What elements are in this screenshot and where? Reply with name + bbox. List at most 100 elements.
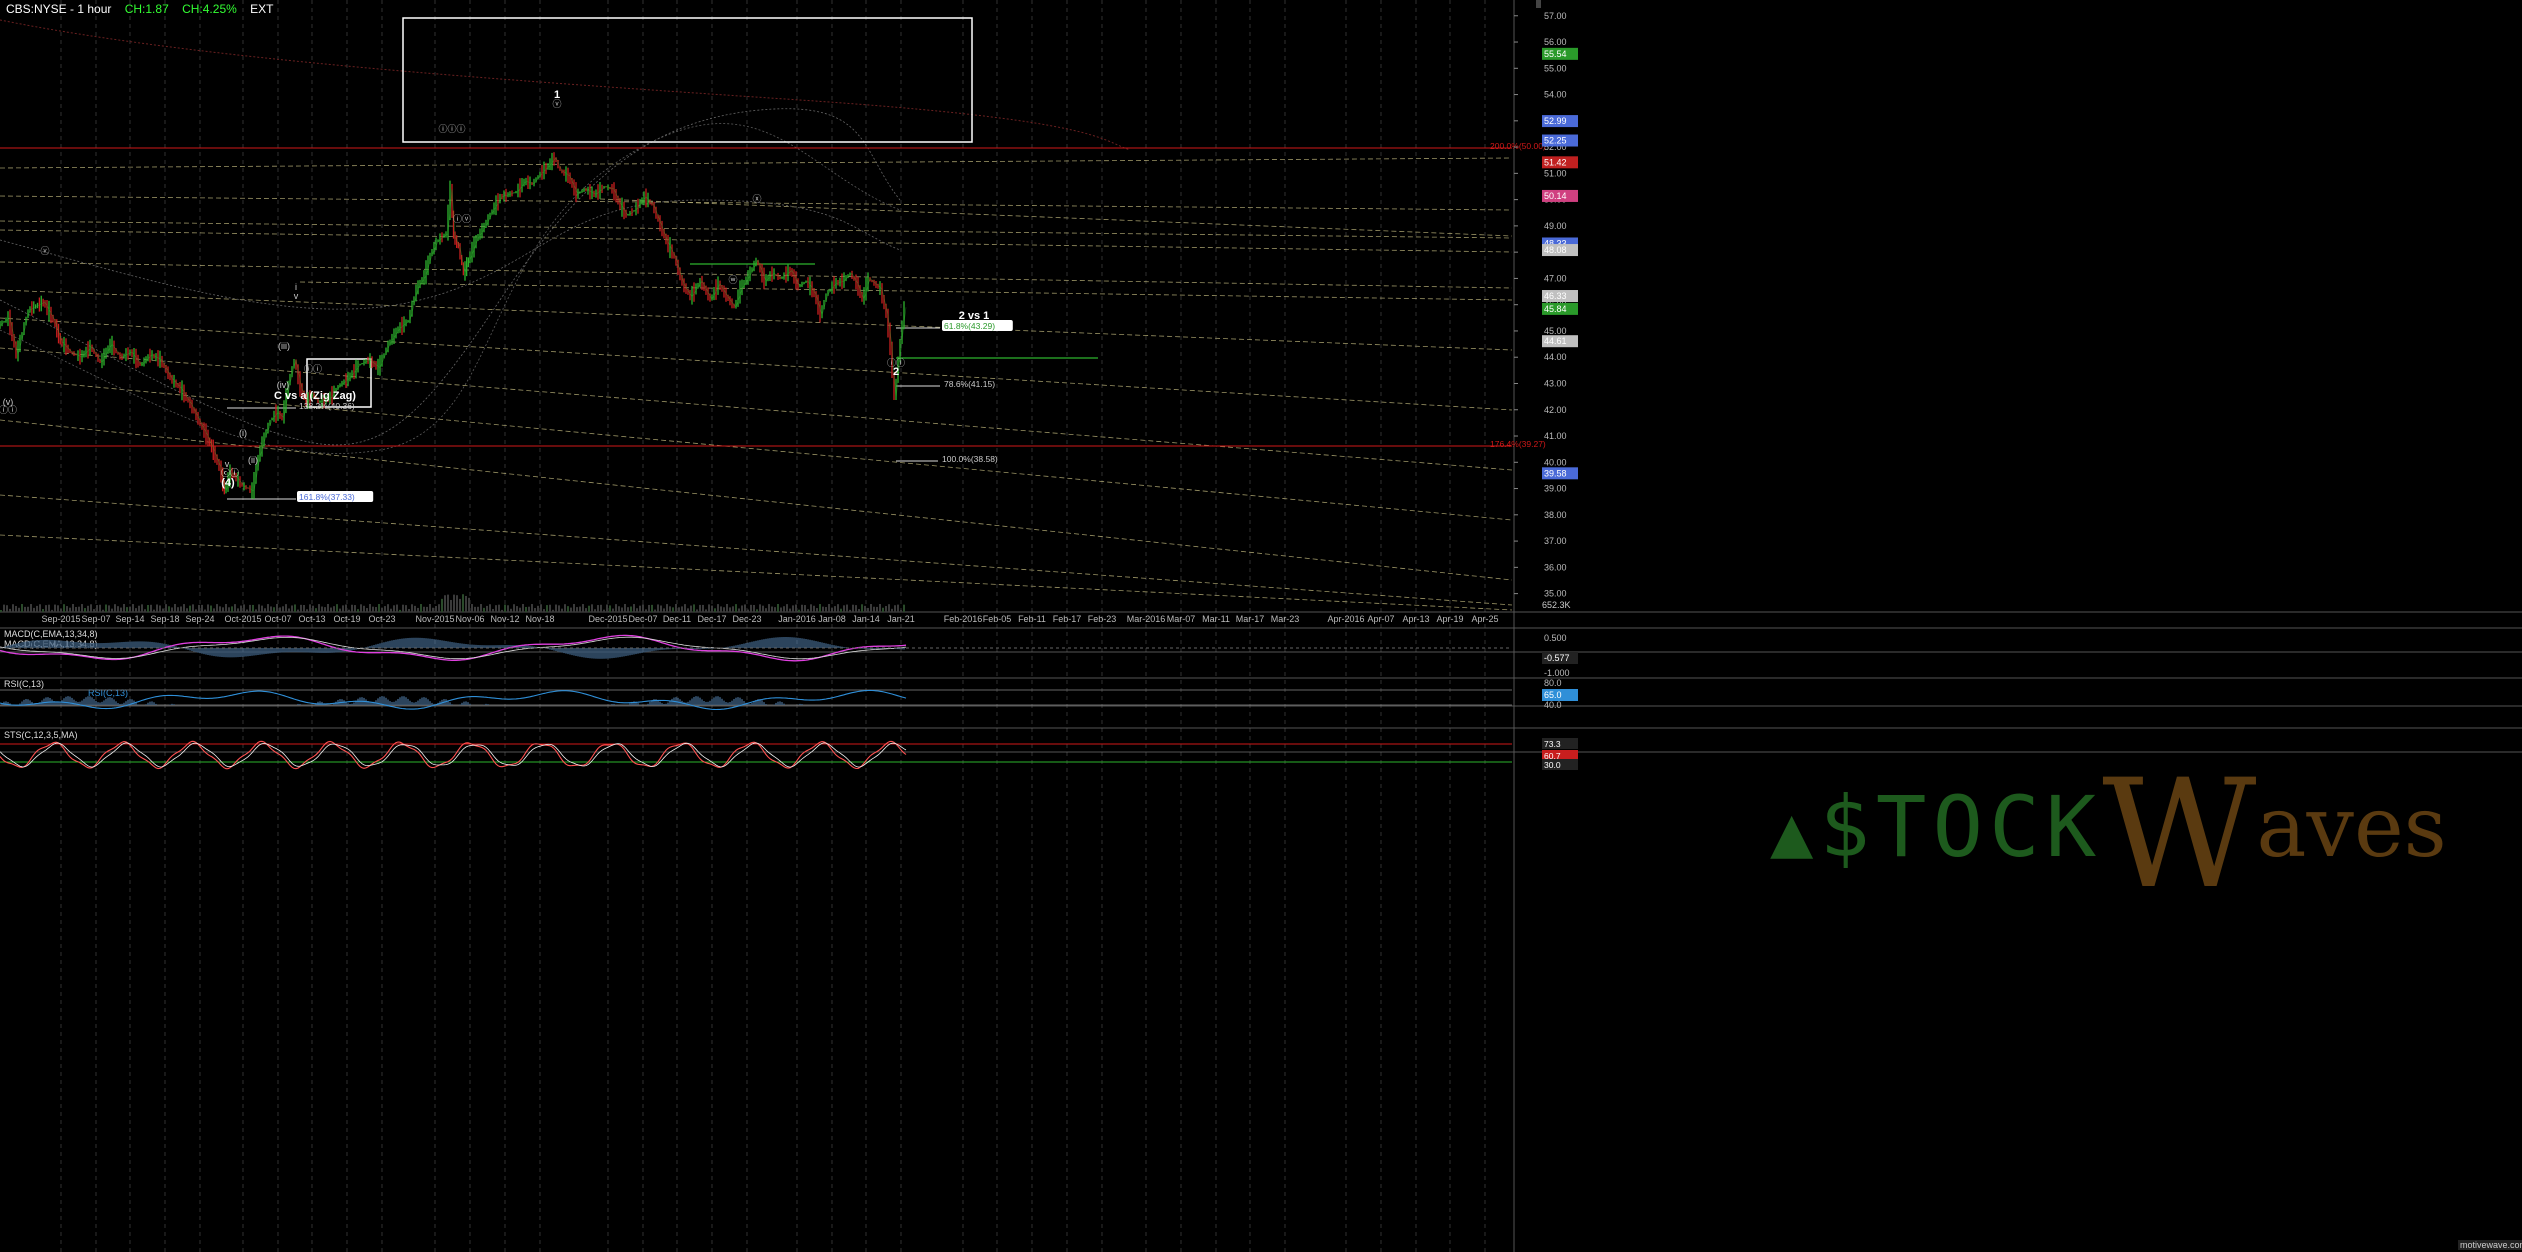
volume-bar — [186, 608, 188, 612]
volume-bar — [312, 605, 314, 612]
volume-bar — [591, 604, 593, 612]
volume-bar — [72, 604, 74, 612]
x-tick-label: Oct-07 — [264, 614, 291, 624]
volume-bar — [27, 606, 29, 612]
wave-label: ⓘⓥ — [453, 214, 471, 224]
volume-bar — [120, 607, 122, 612]
volume-bar — [45, 605, 47, 612]
volume-bar — [822, 606, 824, 612]
wave-label: (iii) — [278, 341, 290, 351]
x-tick-label: Nov-12 — [490, 614, 519, 624]
price-tag-label: 30.0 — [1544, 760, 1561, 770]
volume-bar — [876, 606, 878, 612]
volume-bar — [681, 606, 683, 612]
volume-bar — [168, 606, 170, 612]
volume-bar — [135, 608, 137, 612]
y-tick-label: 55.00 — [1544, 63, 1567, 73]
volume-bar — [897, 604, 899, 612]
volume-bar — [522, 604, 524, 612]
x-tick-label: Jan-08 — [818, 614, 846, 624]
change-pct-label: CH:4.25% — [182, 2, 237, 16]
volume-bar — [540, 604, 542, 612]
volume-bar — [738, 608, 740, 612]
volume-bar — [588, 605, 590, 612]
price-tag-label: 46.33 — [1544, 291, 1567, 301]
volume-bar — [837, 604, 839, 612]
volume-bar — [108, 605, 110, 612]
volume-bar — [675, 604, 677, 612]
volume-bar — [393, 605, 395, 612]
wave-label: ⓥ — [552, 99, 561, 109]
volume-bar — [807, 609, 809, 612]
volume-bar — [291, 605, 293, 612]
volume-bar — [456, 595, 458, 612]
volume-bar — [327, 604, 329, 612]
volume-bar — [141, 604, 143, 612]
scroll-handle[interactable] — [1536, 0, 1541, 8]
x-tick-label: Dec-07 — [628, 614, 657, 624]
price-tag-label: 51.42 — [1544, 157, 1567, 167]
volume-bar — [414, 605, 416, 612]
volume-bar — [435, 606, 437, 612]
price-tag-label: 65.0 — [1544, 690, 1562, 700]
volume-bar — [111, 608, 113, 612]
price-tag-label: 73.3 — [1544, 739, 1561, 749]
x-tick-label: Nov-2015 — [415, 614, 454, 624]
volume-bar — [54, 604, 56, 612]
volume-bar — [102, 609, 104, 612]
stock-chart[interactable]: 1ⓥⓘⓘⓘⓘⓥⓥⓧⓦiv(iii)(iv)ⓘⓘC vs a (Zig Zag)(… — [0, 0, 2522, 1252]
volume-bar — [636, 608, 638, 612]
volume-bar — [453, 594, 455, 612]
volume-bar — [486, 605, 488, 612]
volume-bar — [246, 609, 248, 612]
y-tick-label: 41.00 — [1544, 431, 1567, 441]
volume-bar — [735, 604, 737, 612]
volume-bar — [258, 604, 260, 612]
volume-bar — [684, 604, 686, 612]
volume-bar — [666, 604, 668, 612]
volume-bar — [297, 609, 299, 612]
volume-bar — [417, 607, 419, 612]
volume-bar — [144, 609, 146, 612]
volume-bar — [450, 599, 452, 612]
wave-label: ⓦ — [728, 275, 737, 285]
volume-bar — [93, 609, 95, 612]
volume-bar — [903, 604, 905, 612]
volume-bar — [705, 609, 707, 612]
symbol-label: CBS:NYSE - 1 hour — [6, 2, 112, 16]
x-tick-label: Dec-23 — [732, 614, 761, 624]
volume-bar — [723, 607, 725, 612]
volume-bar — [633, 604, 635, 612]
volume-bar — [411, 604, 413, 612]
volume-bar — [390, 608, 392, 612]
volume-bar — [369, 604, 371, 612]
volume-bar — [69, 607, 71, 612]
rsi-axis-label: 80.0 — [1544, 678, 1562, 688]
y-tick-label: 47.00 — [1544, 273, 1567, 283]
x-tick-label: Apr-2016 — [1327, 614, 1364, 624]
volume-bar — [147, 605, 149, 612]
volume-bar — [252, 604, 254, 612]
x-tick-label: Mar-17 — [1236, 614, 1265, 624]
volume-bar — [354, 605, 356, 612]
volume-bar — [180, 606, 182, 612]
volume-bar — [753, 604, 755, 612]
y-tick-label: 37.00 — [1544, 536, 1567, 546]
x-tick-label: Feb-11 — [1018, 614, 1046, 624]
wave-label: ⓧ — [752, 194, 761, 204]
volume-bar — [174, 604, 176, 612]
volume-bar — [549, 604, 551, 612]
volume-bar — [225, 604, 227, 612]
volume-bar — [732, 606, 734, 612]
volume-bar — [717, 604, 719, 612]
volume-bar — [480, 604, 482, 612]
volume-bar — [714, 608, 716, 612]
macd-axis-label: -1.000 — [1544, 668, 1570, 678]
price-tag-label: 45.84 — [1544, 304, 1567, 314]
volume-bar — [153, 609, 155, 612]
volume-bar — [81, 604, 83, 612]
volume-bar — [579, 606, 581, 612]
x-tick-label: Feb-2016 — [944, 614, 983, 624]
volume-bar — [543, 609, 545, 612]
volume-bar — [849, 609, 851, 612]
